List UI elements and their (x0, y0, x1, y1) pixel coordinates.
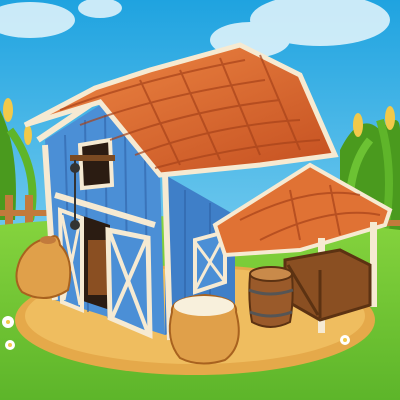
farm-scene (0, 0, 400, 400)
barn-door-right[interactable] (105, 226, 153, 339)
sack-icon[interactable] (168, 293, 240, 365)
barrel-icon (248, 266, 294, 328)
